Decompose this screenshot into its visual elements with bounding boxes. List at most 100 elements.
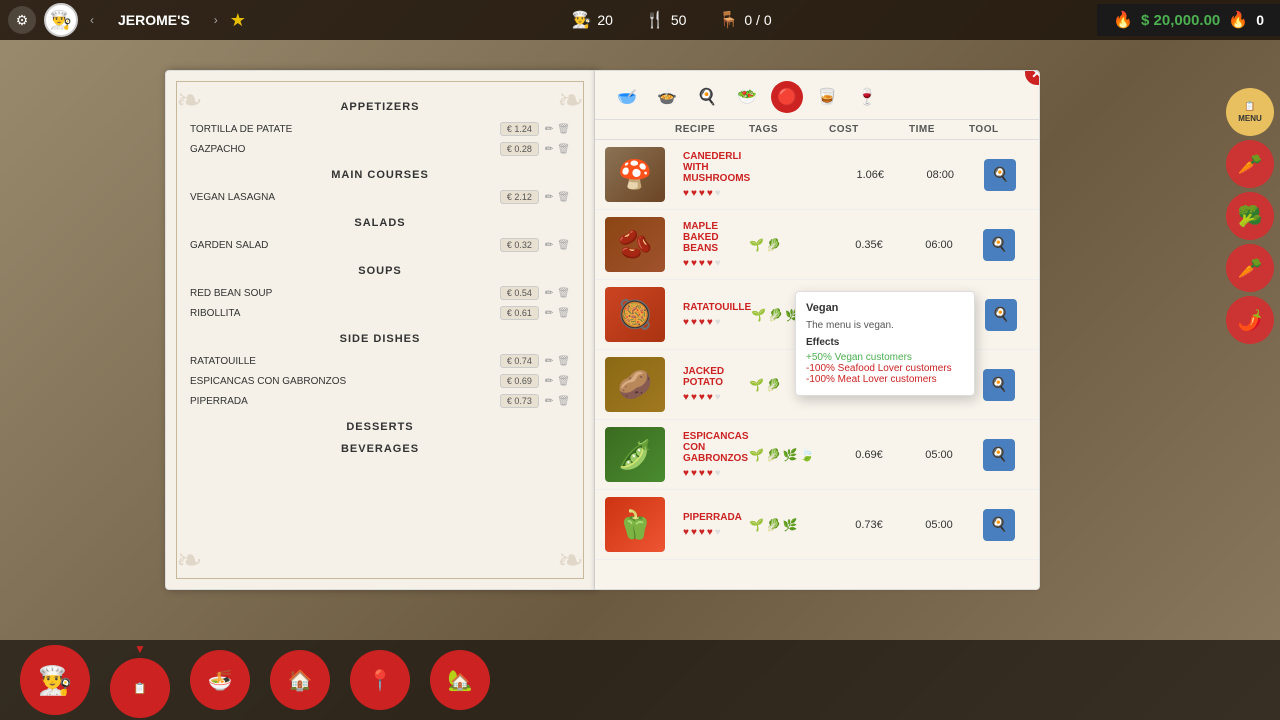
menu-item: VEGAN LASAGNA € 2.12 ✏ 🗑	[182, 187, 578, 207]
menu-item: RATATOUILLE € 0.74 ✏ 🗑	[182, 351, 578, 371]
edit-icon[interactable]: ✏	[545, 356, 553, 367]
recipe-hearts: ♥ ♥ ♥ ♥ ♥	[683, 468, 749, 479]
filter-pan[interactable]: 🍳	[691, 81, 723, 113]
recipe-row[interactable]: 🫑 PIPERRADA ♥ ♥ ♥ ♥ ♥ 🌱 🥬	[595, 490, 1039, 560]
tooltip-title: Vegan	[806, 302, 964, 314]
edit-icon[interactable]: ✏	[545, 192, 553, 203]
edit-icon[interactable]: ✏	[545, 240, 553, 251]
tooltip-effect-2: -100% Seafood Lover customers	[806, 363, 964, 374]
vegan-filter-button[interactable]: 🥦	[1226, 192, 1274, 240]
tool-icon: 🍳	[985, 299, 1017, 331]
favorite-button[interactable]: ★	[230, 10, 246, 31]
building-button[interactable]: 🏠	[270, 650, 330, 710]
avatar[interactable]: 👨‍🍳	[44, 3, 78, 37]
spicy-filter-button[interactable]: 🌶️	[1226, 296, 1274, 344]
filter-vegan[interactable]: 🔴	[771, 81, 803, 113]
left-page: ❧ ❧ APPETIZERS TORTILLA DE PATATE € 1.24…	[165, 70, 595, 590]
recipe-tool: 🍳	[969, 439, 1029, 471]
settings-button[interactable]: ⚙	[8, 6, 36, 34]
filter-drink[interactable]: 🥃	[811, 81, 843, 113]
delete-icon[interactable]: 🗑	[557, 356, 570, 367]
menu-item: RIBOLLITA € 0.61 ✏ 🗑	[182, 303, 578, 323]
recipe-row[interactable]: 🍄 CANEDERLI WITH MUSHROOMS ♥ ♥ ♥ ♥ ♥ 1.0…	[595, 140, 1039, 210]
tool-icon: 🍳	[983, 509, 1015, 541]
cutlery-icon: 🍴	[645, 10, 665, 30]
next-arrow[interactable]: ›	[210, 13, 222, 27]
tooltip-effect-1: +50% Vegan customers	[806, 352, 964, 363]
decoration-bl: ❧	[176, 541, 203, 579]
recipe-row[interactable]: 🫘 MAPLE BAKED BEANS ♥ ♥ ♥ ♥ ♥ 🌱 �	[595, 210, 1039, 280]
recipe-image: 🥔	[605, 357, 665, 412]
section-desserts: DESSERTS	[182, 421, 578, 433]
delete-icon[interactable]: 🗑	[557, 144, 570, 155]
recipe-tool: 🍳	[969, 509, 1029, 541]
delete-icon[interactable]: 🗑	[557, 376, 570, 387]
recipe-image: 🥘	[605, 287, 665, 342]
filter-row: 🥣 🍲 🍳 🥗 🔴 🥃 🍷	[595, 71, 1039, 120]
tool-icon: 🍳	[983, 369, 1015, 401]
menu-sidebar-button[interactable]: 📋 MENU	[1226, 88, 1274, 136]
reservations-stat: 🪑 0 / 0	[718, 10, 771, 30]
fire-count: 0	[1256, 12, 1264, 28]
veg2-filter-button[interactable]: 🥕	[1226, 244, 1274, 292]
filter-wine[interactable]: 🍷	[851, 81, 883, 113]
chef-icon: 👨‍🍳	[571, 10, 591, 30]
delete-icon[interactable]: 🗑	[557, 192, 570, 203]
delete-icon[interactable]: 🗑	[557, 240, 570, 251]
food-button[interactable]: 🍜	[190, 650, 250, 710]
menu-label: MENU	[1238, 114, 1262, 123]
decoration-br: ❧	[557, 541, 584, 579]
recipe-time: 06:00	[909, 239, 969, 251]
dropdown-arrow: ▼	[134, 642, 146, 656]
chef-main-button[interactable]: 👨‍🍳	[20, 645, 90, 715]
menu-bottom-button[interactable]: 📋	[110, 658, 170, 718]
bottom-bar: 👨‍🍳 ▼ 📋 🍜 🏠 📍 🏡	[0, 640, 1280, 720]
recipe-tool: 🍳	[971, 299, 1031, 331]
recipe-hearts: ♥ ♥ ♥ ♥ ♥	[683, 188, 750, 199]
section-appetizers: APPETIZERS	[182, 101, 578, 113]
edit-icon[interactable]: ✏	[545, 396, 553, 407]
tool-icon: 🍳	[983, 439, 1015, 471]
top-bar: ⚙ 👨‍🍳 ‹ JEROME'S › ★ 👨‍🍳 20 🍴 50 🪑 0 / 0…	[0, 0, 1280, 40]
tooltip-description: The menu is vegan.	[806, 320, 964, 331]
tooltip-effects-title: Effects	[806, 337, 964, 348]
restaurant-name: JEROME'S	[106, 12, 202, 28]
filter-soup[interactable]: 🍲	[651, 81, 683, 113]
recipe-cost: 1.06€	[830, 169, 910, 181]
prev-arrow[interactable]: ‹	[86, 13, 98, 27]
edit-icon[interactable]: ✏	[545, 376, 553, 387]
delete-icon[interactable]: 🗑	[557, 308, 570, 319]
recipe-hearts: ♥ ♥ ♥ ♥ ♥	[683, 392, 749, 403]
tool-icon: 🍳	[984, 159, 1016, 191]
location-button[interactable]: 📍	[350, 650, 410, 710]
delete-icon[interactable]: 🗑	[557, 124, 570, 135]
filter-bowl[interactable]: 🥣	[611, 81, 643, 113]
recipe-cost: 0.35€	[829, 239, 909, 251]
recipe-time: 05:00	[909, 449, 969, 461]
top-bar-stats: 👨‍🍳 20 🍴 50 🪑 0 / 0	[246, 10, 1097, 30]
vegan-tooltip: Vegan The menu is vegan. Effects +50% Ve…	[795, 291, 975, 396]
recipe-image: 🫛	[605, 427, 665, 482]
edit-icon[interactable]: ✏	[545, 288, 553, 299]
col-time: TIME	[909, 124, 969, 135]
vegetable-filter-button[interactable]: 🥕	[1226, 140, 1274, 188]
tables-stat: 🍴 50	[645, 10, 687, 30]
recipe-tags: 🌱 🥬	[749, 238, 829, 252]
delete-icon[interactable]: 🗑	[557, 288, 570, 299]
section-main-courses: MAIN COURSES	[182, 169, 578, 181]
filter-salad[interactable]: 🥗	[731, 81, 763, 113]
recipe-row[interactable]: 🫛 ESPICANCAS CON GABRONZOS ♥ ♥ ♥ ♥ ♥ 🌱	[595, 420, 1039, 490]
edit-icon[interactable]: ✏	[545, 308, 553, 319]
menu-item: GARDEN SALAD € 0.32 ✏ 🗑	[182, 235, 578, 255]
edit-icon[interactable]: ✏	[545, 144, 553, 155]
edit-icon[interactable]: ✏	[545, 124, 553, 135]
home-button[interactable]: 🏡	[430, 650, 490, 710]
money-display: 🔥 $ 20,000.00 🔥 0	[1097, 4, 1280, 36]
recipe-time: 05:00	[909, 519, 969, 531]
col-tool: TOOL	[969, 124, 1029, 135]
menu-item: ESPICANCAS CON GABRONZOS € 0.69 ✏ 🗑	[182, 371, 578, 391]
delete-icon[interactable]: 🗑	[557, 396, 570, 407]
fire-icon-2: 🔥	[1228, 10, 1248, 30]
recipe-info: ESPICANCAS CON GABRONZOS ♥ ♥ ♥ ♥ ♥	[675, 431, 749, 479]
main-content: ❧ ❧ APPETIZERS TORTILLA DE PATATE € 1.24…	[0, 40, 1280, 720]
